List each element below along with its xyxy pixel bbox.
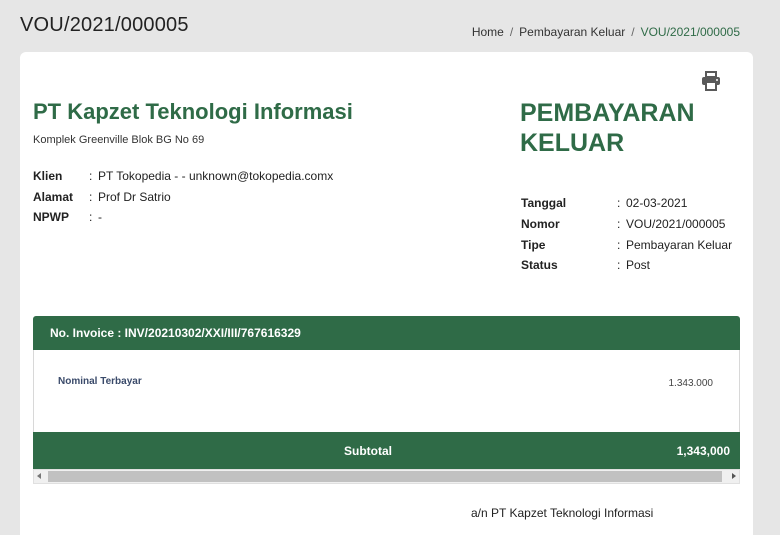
page-title: VOU/2021/000005: [20, 14, 189, 36]
horizontal-scrollbar[interactable]: [33, 469, 740, 484]
npwp-label: NPWP: [33, 210, 69, 225]
document-title-line2: KELUAR: [520, 129, 625, 157]
breadcrumb-section[interactable]: Pembayaran Keluar: [519, 25, 625, 39]
meta-row-status: Status : Post: [521, 255, 732, 276]
address-label: Alamat: [33, 189, 74, 204]
meta-row-number: Nomor : VOU/2021/000005: [521, 214, 732, 235]
colon: :: [89, 169, 93, 184]
client-info: Klien : PT Tokopedia - - unknown@tokoped…: [33, 166, 333, 228]
breadcrumb-separator: /: [509, 25, 514, 39]
meta-value: VOU/2021/000005: [626, 217, 726, 232]
meta-row-type: Tipe : Pembayaran Keluar: [521, 234, 732, 255]
npwp-row: NPWP : -: [33, 207, 333, 228]
meta-value: 02-03-2021: [626, 196, 688, 211]
invoice-body: Nominal Terbayar 1.343.000: [33, 350, 740, 432]
scrollbar-thumb[interactable]: [48, 471, 722, 482]
nominal-label: Nominal Terbayar: [58, 376, 142, 387]
voucher-card: PT Kapzet Teknologi Informasi Komplek Gr…: [20, 52, 753, 535]
scroll-left-arrow-icon[interactable]: [37, 473, 41, 479]
meta-value: Post: [626, 258, 651, 273]
colon: :: [617, 237, 621, 252]
breadcrumb-separator: /: [631, 25, 635, 39]
colon: :: [89, 189, 93, 204]
document-title-line1: PEMBAYARAN: [520, 99, 695, 127]
client-label: Klien: [33, 169, 63, 184]
document-meta: Tanggal : 02-03-2021 Nomor : VOU/2021/00…: [521, 193, 732, 276]
document-title: PEMBAYARAN KELUAR: [520, 98, 730, 158]
client-row: Klien : PT Tokopedia - - unknown@tokoped…: [33, 166, 333, 187]
invoice-header: No. Invoice : INV/20210302/XXI/III/76761…: [33, 316, 740, 350]
colon: :: [617, 217, 621, 232]
address-row: Alamat : Prof Dr Satrio: [33, 187, 333, 208]
subtotal-label: Subtotal: [344, 444, 392, 458]
signature-line: a/n PT Kapzet Teknologi Informasi: [471, 506, 654, 520]
printer-icon[interactable]: [701, 71, 721, 91]
colon: :: [617, 258, 621, 273]
subtotal-row: Subtotal 1,343,000: [33, 432, 740, 469]
breadcrumb-current: VOU/2021/000005: [640, 25, 740, 39]
invoice-table: No. Invoice : INV/20210302/XXI/III/76761…: [33, 316, 740, 496]
scroll-right-arrow-icon[interactable]: [732, 473, 736, 479]
meta-label: Status: [521, 258, 558, 273]
npwp-value: -: [98, 210, 102, 225]
company-address: Komplek Greenville Blok BG No 69: [33, 134, 205, 146]
address-value: Prof Dr Satrio: [98, 189, 171, 204]
client-value: PT Tokopedia - - unknown@tokopedia.comx: [98, 169, 334, 184]
meta-row-date: Tanggal : 02-03-2021: [521, 193, 732, 214]
meta-value: Pembayaran Keluar: [626, 237, 733, 252]
colon: :: [89, 210, 93, 225]
meta-label: Nomor: [521, 217, 560, 232]
breadcrumb-home[interactable]: Home: [472, 25, 504, 39]
meta-label: Tanggal: [521, 196, 567, 211]
breadcrumb: Home / Pembayaran Keluar / VOU/2021/0000…: [472, 25, 740, 39]
nominal-value: 1.343.000: [668, 378, 714, 389]
company-name: PT Kapzet Teknologi Informasi: [33, 99, 353, 124]
meta-label: Tipe: [521, 237, 546, 252]
colon: :: [617, 196, 621, 211]
subtotal-value: 1,343,000: [676, 444, 730, 458]
